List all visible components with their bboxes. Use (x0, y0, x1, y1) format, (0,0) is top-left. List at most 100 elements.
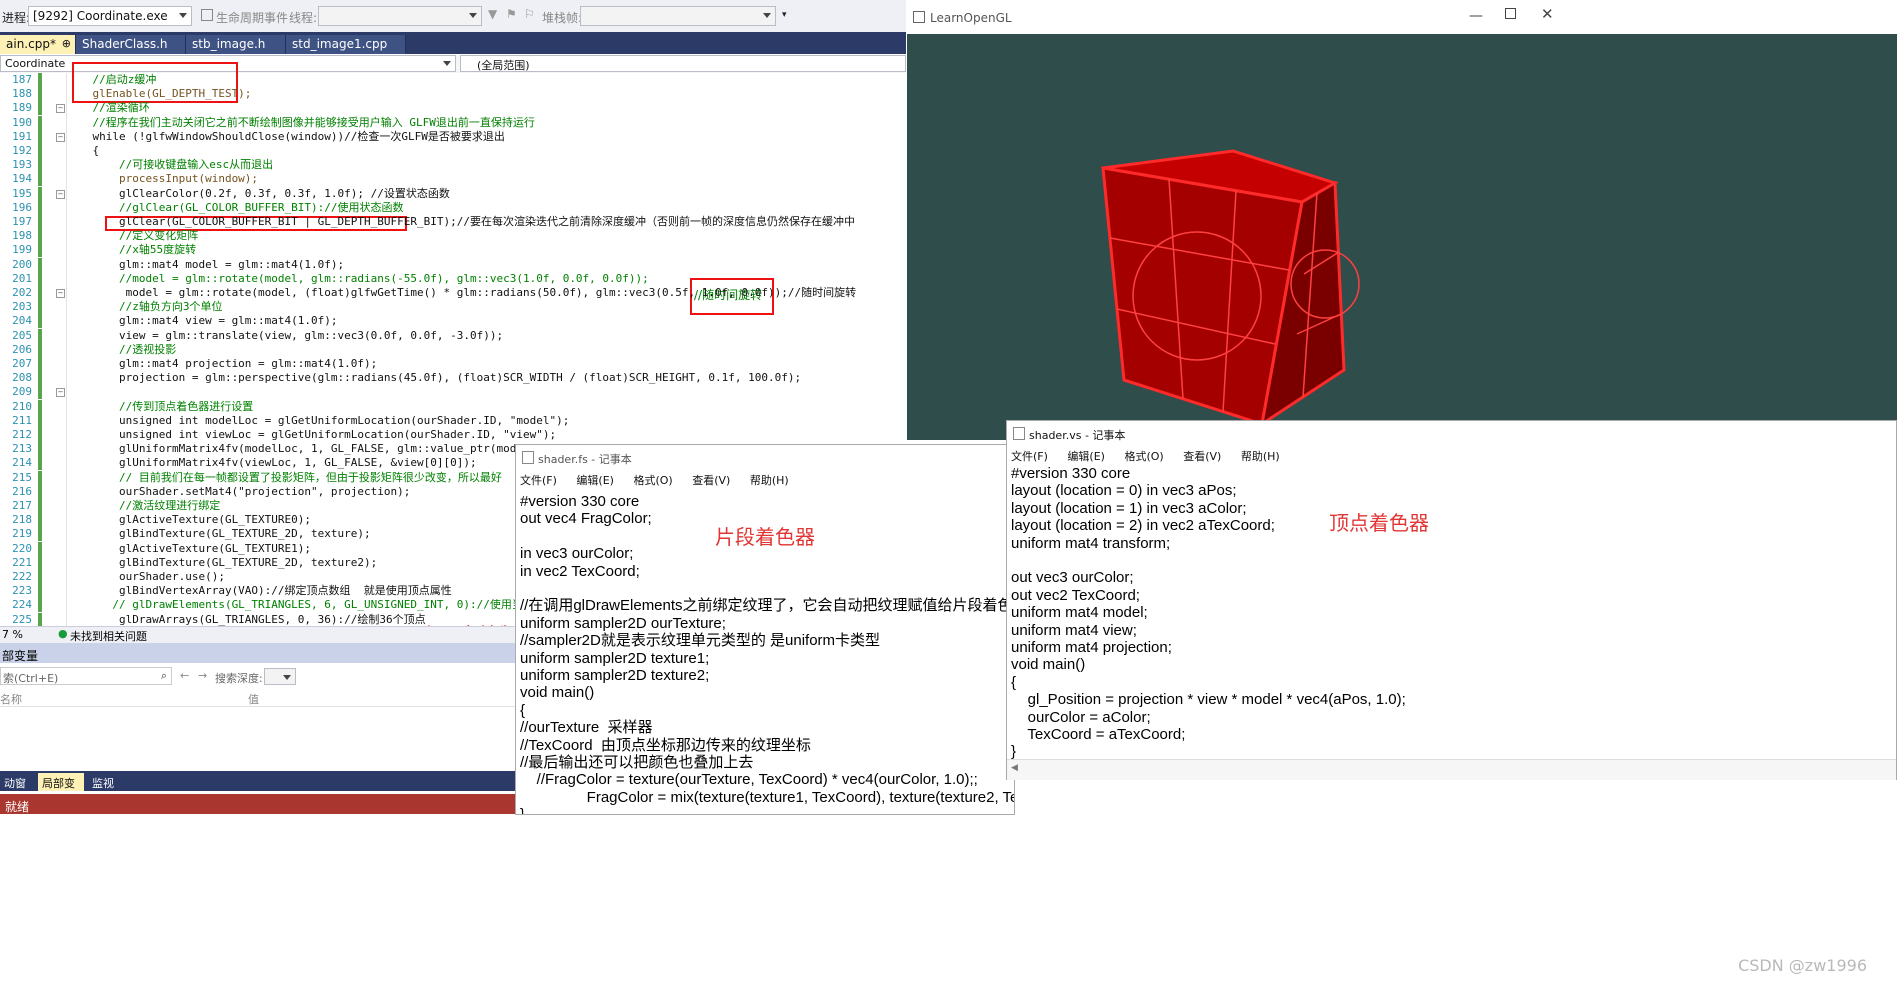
change-marker (38, 144, 42, 158)
overflow-icon[interactable]: ▾ (782, 10, 787, 20)
depth-dropdown[interactable] (264, 668, 296, 685)
code-line[interactable]: glBindTexture(GL_TEXTURE_2D, texture); (66, 527, 371, 541)
text-line: //sampler2D就是表示纹理单元类型的 是uniform卡类型 (520, 632, 881, 650)
notepad-title: shader.vs - 记事本 (1029, 429, 1126, 442)
zoom-level[interactable]: 7 % (2, 628, 23, 641)
text-line: void main() (1011, 656, 1086, 674)
code-line[interactable]: glUniformMatrix4fv(modelLoc, 1, GL_FALSE… (66, 442, 549, 456)
maximize-icon[interactable] (1505, 8, 1516, 19)
tab-main-cpp[interactable]: ain.cpp* ⊕ (0, 35, 76, 54)
notepad-text-area[interactable]: #version 330 core layout (location = 0) i… (1007, 461, 1896, 759)
filter-icon[interactable]: ▼ (488, 7, 497, 21)
process-dropdown[interactable]: [9292] Coordinate.exe (28, 6, 192, 26)
fold-toggle-icon[interactable]: − (56, 132, 65, 142)
horizontal-scrollbar[interactable]: ◀ (1007, 759, 1896, 780)
code-line[interactable]: glActiveTexture(GL_TEXTURE0); (66, 513, 311, 527)
line-number: 222 (12, 570, 32, 583)
line-number: 218 (12, 513, 32, 527)
code-line[interactable]: model = glm::rotate(model, (float)glfwGe… (66, 286, 857, 300)
code-line[interactable]: unsigned int viewLoc = glGetUniformLocat… (66, 428, 556, 442)
code-line[interactable]: glDrawArrays(GL_TRIANGLES, 0, 36)://绘制36… (66, 613, 426, 627)
chevron-down-icon (763, 13, 771, 18)
change-marker (38, 73, 42, 87)
change-marker (38, 555, 42, 570)
line-number: 224 (12, 598, 32, 612)
code-line[interactable]: glClear(GL_COLOR_BUFFER_BIT | GL_DEPTH_B… (66, 215, 855, 229)
code-line[interactable]: //激活纹理进行绑定 (66, 499, 220, 513)
code-line[interactable]: projection = glm::perspective(glm::radia… (66, 371, 801, 385)
forward-arrow-icon[interactable]: → (198, 669, 207, 682)
tab-autos[interactable]: 动窗口 (0, 773, 36, 806)
chevron-down-icon (443, 61, 451, 66)
tab-shaderclass[interactable]: ShaderClass.h (76, 35, 186, 54)
code-line[interactable]: //程序在我们主动关闭它之前不断绘制图像并能够接受用户输入 GLFW退出前一直保… (66, 116, 534, 130)
tab-watch1[interactable]: 监视 1 (88, 773, 124, 804)
tab-label: ain.cpp* (6, 37, 56, 51)
code-line[interactable]: glActiveTexture(GL_TEXTURE1); (66, 542, 311, 556)
scope-dropdown[interactable]: (全局范围) (460, 55, 906, 72)
text-line: uniform sampler2D texture2; (520, 667, 710, 684)
menu-view[interactable]: 查看(V) (692, 474, 730, 487)
change-marker (38, 428, 42, 442)
fold-toggle-icon[interactable]: − (56, 189, 65, 199)
scroll-left-icon[interactable]: ◀ (1011, 763, 1018, 773)
code-line[interactable]: glUniformMatrix4fv(viewLoc, 1, GL_FALSE,… (66, 456, 477, 470)
code-line[interactable]: //glClear(GL_COLOR_BUFFER_BIT)://使用状态函数 (66, 201, 404, 215)
tab-locals[interactable]: 局部变量 (38, 773, 84, 806)
code-line[interactable]: processInput(window); (66, 172, 258, 186)
code-line[interactable]: // 目前我们在每一帧都设置了投影矩阵，但由于投影矩阵很少改变，所以最好 (66, 471, 502, 485)
code-line[interactable]: //model = glm::rotate(model, glm::radian… (66, 272, 649, 286)
code-line[interactable]: //可接收键盘输入esc从而退出 (66, 158, 273, 172)
col-value[interactable]: 值 (248, 691, 259, 707)
fold-toggle-icon[interactable]: − (56, 388, 65, 398)
fold-toggle-icon[interactable]: − (56, 104, 65, 114)
code-line[interactable]: unsigned int modelLoc = glGetUniformLoca… (66, 414, 569, 428)
code-line[interactable]: //定义变化矩阵 (66, 229, 198, 243)
flag-clear-icon[interactable]: ⚐ (524, 7, 535, 21)
menu-file[interactable]: 文件(F) (520, 474, 557, 487)
code-line[interactable]: //透视投影 (66, 343, 176, 357)
code-line[interactable]: //启动z缓冲 (66, 73, 156, 87)
code-line[interactable]: { (66, 144, 99, 158)
line-number: 192 (12, 144, 32, 157)
col-name[interactable]: 名称 (0, 691, 22, 707)
code-line[interactable]: //z轴负方向3个单位 (66, 300, 223, 314)
code-line[interactable]: //传到顶点着色器进行设置 (66, 400, 253, 414)
pin-icon[interactable]: ⊕ (62, 37, 71, 50)
code-line[interactable]: while (!glfwWindowShouldClose(window))//… (66, 130, 504, 144)
minimize-icon[interactable]: — (1469, 8, 1483, 24)
code-line[interactable]: ourShader.use(); (66, 570, 225, 584)
search-icon[interactable]: ⌕ (161, 669, 167, 683)
thread-dropdown[interactable] (318, 6, 482, 26)
issues-text[interactable]: 未找到相关问题 (70, 628, 147, 644)
code-line[interactable]: //x轴55度旋转 (66, 243, 196, 257)
menu-edit[interactable]: 编辑(E) (576, 474, 614, 487)
code-line[interactable]: glm::mat4 view = glm::mat4(1.0f); (66, 314, 338, 328)
code-line[interactable]: glm::mat4 projection = glm::mat4(1.0f); (66, 357, 377, 371)
scope-value: (全局范围) (477, 59, 530, 72)
flag-icon[interactable]: ⚑ (506, 7, 517, 21)
code-line[interactable]: glBindTexture(GL_TEXTURE_2D, texture2); (66, 556, 377, 570)
code-line[interactable]: //渲染循环 (66, 101, 149, 115)
tab-stb-image[interactable]: stb_image.h (186, 35, 286, 54)
tab-std-image1[interactable]: std_image1.cpp (286, 35, 406, 54)
stack-dropdown[interactable] (580, 6, 776, 26)
code-line[interactable]: glEnable(GL_DEPTH_TEST); (66, 87, 251, 101)
close-icon[interactable]: ✕ (1541, 5, 1554, 23)
code-line[interactable]: glClearColor(0.2f, 0.3f, 0.3f, 1.0f); //… (66, 187, 450, 201)
code-line[interactable]: glBindVertexArray(VAO)://绑定顶点数组 就是使用顶点属性 (66, 584, 452, 598)
lifecycle-label[interactable]: 生命周期事件 (216, 9, 288, 26)
code-line[interactable]: view = glm::translate(view, glm::vec3(0.… (66, 329, 503, 343)
menu-help[interactable]: 帮助(H) (750, 474, 789, 487)
text-line: ourColor = aColor; (1011, 708, 1151, 726)
change-marker (38, 328, 42, 343)
change-marker (38, 413, 42, 428)
code-line[interactable]: ourShader.setMat4("projection", projecti… (66, 485, 410, 499)
locals-search-input[interactable]: 索(Ctrl+E) ⌕ (0, 667, 172, 685)
code-line[interactable]: // glDrawElements(GL_TRIANGLES, 6, GL_UN… (66, 598, 567, 612)
text-line: out vec2 TexCoord; (1011, 586, 1140, 604)
fold-toggle-icon[interactable]: − (56, 289, 65, 298)
back-arrow-icon[interactable]: ← (180, 669, 189, 682)
menu-format[interactable]: 格式(O) (633, 474, 672, 487)
code-line[interactable]: glm::mat4 model = glm::mat4(1.0f); (66, 258, 344, 272)
